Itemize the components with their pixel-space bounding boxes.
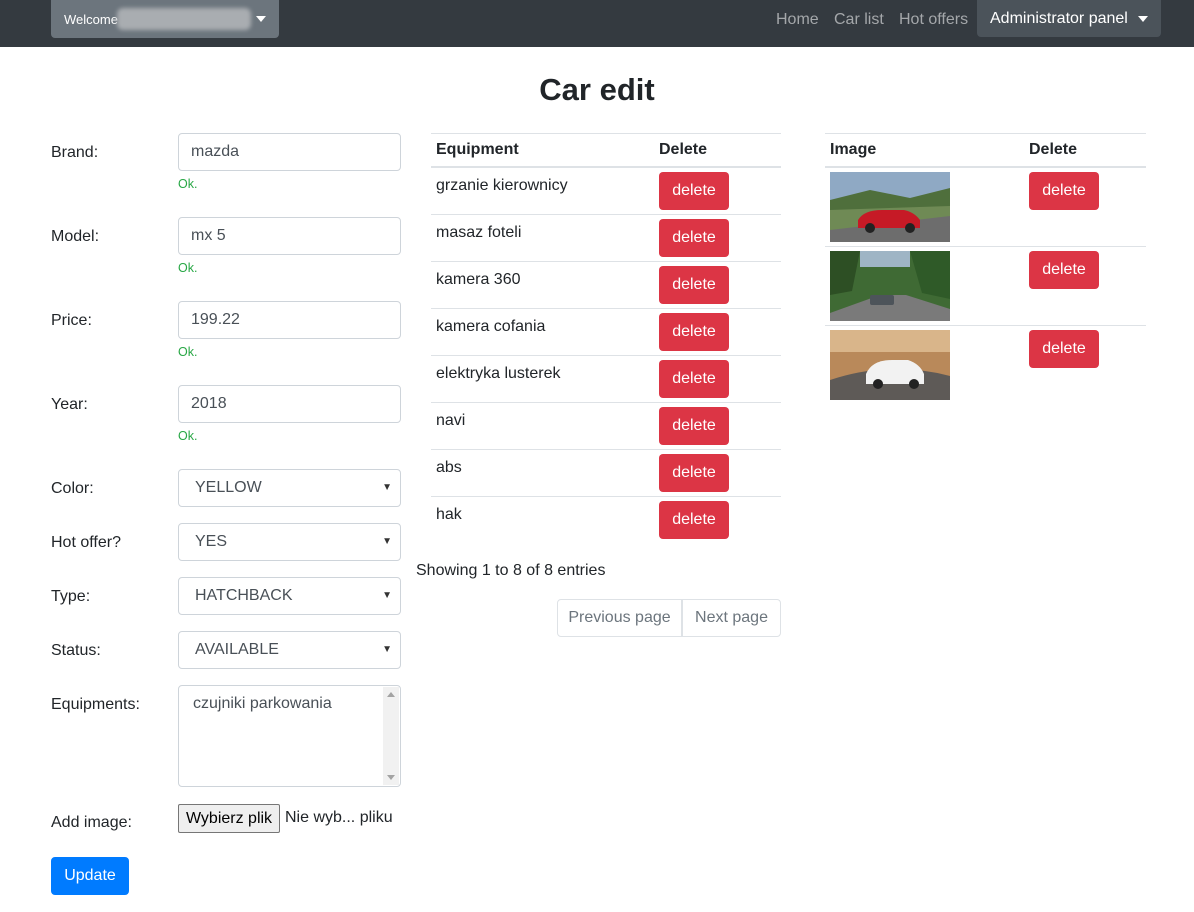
car-thumbnail-image — [830, 171, 950, 242]
equipment-name: hak — [436, 505, 462, 523]
redacted-username — [117, 8, 251, 30]
next-page-button[interactable]: Next page — [682, 599, 781, 637]
equipments-label: Equipments: — [51, 696, 140, 713]
previous-page-button[interactable]: Previous page — [557, 599, 682, 637]
price-input[interactable]: 199.22 — [178, 301, 401, 339]
status-label: Status: — [51, 642, 101, 659]
hot-offer-select[interactable]: YES ▼ — [178, 523, 401, 561]
year-input[interactable]: 2018 — [178, 385, 401, 423]
nav-link-car-list[interactable]: Car list — [834, 11, 884, 29]
price-valid-text: Ok. — [178, 345, 198, 359]
table-row: delete — [825, 324, 1146, 404]
equipments-textarea[interactable]: czujniki parkowania — [178, 685, 401, 787]
equipment-column-header: Equipment — [431, 133, 654, 168]
textarea-scrollbar[interactable] — [383, 687, 399, 785]
welcome-dropdown[interactable]: Welcome — [51, 0, 279, 38]
delete-equipment-button[interactable]: delete — [659, 500, 729, 539]
nav-link-hot-offers[interactable]: Hot offers — [899, 11, 968, 29]
delete-column-header: Delete — [654, 133, 781, 168]
admin-panel-label: Administrator panel — [990, 10, 1128, 27]
price-label: Price: — [51, 312, 92, 329]
delete-equipment-button[interactable]: delete — [659, 359, 729, 398]
dropdown-arrow-icon: ▼ — [382, 482, 392, 493]
equipment-name: kamera cofania — [436, 317, 546, 335]
dropdown-arrow-icon: ▼ — [382, 590, 392, 601]
hot-offer-label: Hot offer? — [51, 534, 121, 551]
brand-input[interactable]: mazda — [178, 133, 401, 171]
delete-column-header: Delete — [1024, 133, 1146, 168]
table-row: delete — [825, 245, 1146, 325]
car-thumbnail-image — [830, 250, 950, 321]
model-input[interactable]: mx 5 — [178, 217, 401, 255]
table-row: masaz foteli delete — [431, 213, 781, 261]
delete-image-button[interactable]: delete — [1029, 329, 1099, 368]
status-select-value: AVAILABLE — [195, 641, 279, 658]
file-status-text: Nie wyb... pliku — [285, 809, 393, 826]
brand-valid-text: Ok. — [178, 177, 198, 191]
equipment-name: navi — [436, 411, 466, 429]
dropdown-arrow-icon: ▼ — [382, 644, 392, 655]
delete-equipment-button[interactable]: delete — [659, 265, 729, 304]
equipment-name: grzanie kierownicy — [436, 176, 568, 194]
color-select[interactable]: YELLOW ▼ — [178, 469, 401, 507]
update-button[interactable]: Update — [51, 857, 129, 895]
car-thumbnail-image — [830, 329, 950, 400]
navbar: Welcome Home Car list Hot offers Adminis… — [0, 0, 1194, 47]
choose-file-button[interactable]: Wybierz plik — [178, 804, 280, 833]
delete-equipment-button[interactable]: delete — [659, 312, 729, 351]
delete-image-button[interactable]: delete — [1029, 250, 1099, 289]
nav-link-home[interactable]: Home — [776, 11, 819, 29]
delete-image-button[interactable]: delete — [1029, 171, 1099, 210]
equipment-name: elektryka lusterek — [436, 364, 561, 382]
image-table: Image Delete delete delete delete — [825, 133, 1146, 404]
equipment-name: kamera 360 — [436, 270, 521, 288]
equipments-textarea-value: czujniki parkowania — [193, 695, 332, 712]
caret-down-icon — [1138, 16, 1148, 22]
equipment-name: abs — [436, 458, 462, 476]
image-column-header: Image — [825, 133, 1024, 168]
admin-panel-dropdown[interactable]: Administrator panel — [977, 0, 1161, 37]
table-row: grzanie kierownicy delete — [431, 166, 781, 214]
equipment-table: Equipment Delete grzanie kierownicy dele… — [431, 133, 781, 543]
hot-offer-select-value: YES — [195, 533, 228, 550]
delete-equipment-button[interactable]: delete — [659, 406, 729, 445]
table-row: delete — [825, 166, 1146, 246]
equipment-name: masaz foteli — [436, 223, 522, 241]
table-row: navi delete — [431, 401, 781, 449]
type-select[interactable]: HATCHBACK ▼ — [178, 577, 401, 615]
table-info-text: Showing 1 to 8 of 8 entries — [416, 562, 606, 579]
table-row: hak delete — [431, 495, 781, 543]
year-label: Year: — [51, 396, 88, 413]
table-row: elektryka lusterek delete — [431, 354, 781, 402]
brand-label: Brand: — [51, 144, 99, 161]
year-valid-text: Ok. — [178, 429, 198, 443]
color-select-value: YELLOW — [195, 479, 262, 496]
delete-equipment-button[interactable]: delete — [659, 218, 729, 257]
table-row: abs delete — [431, 448, 781, 496]
status-select[interactable]: AVAILABLE ▼ — [178, 631, 401, 669]
model-label: Model: — [51, 228, 100, 245]
color-label: Color: — [51, 480, 94, 497]
scroll-up-icon — [387, 692, 395, 697]
table-row: kamera 360 delete — [431, 260, 781, 308]
caret-down-icon — [256, 16, 266, 22]
scroll-down-icon — [387, 775, 395, 780]
dropdown-arrow-icon: ▼ — [382, 536, 392, 547]
add-image-label: Add image: — [51, 814, 132, 831]
type-label: Type: — [51, 588, 91, 605]
delete-equipment-button[interactable]: delete — [659, 453, 729, 492]
model-valid-text: Ok. — [178, 261, 198, 275]
table-row: kamera cofania delete — [431, 307, 781, 355]
type-select-value: HATCHBACK — [195, 587, 293, 604]
welcome-label: Welcome — [64, 12, 118, 27]
page-title: Car edit — [539, 72, 655, 107]
delete-equipment-button[interactable]: delete — [659, 171, 729, 210]
